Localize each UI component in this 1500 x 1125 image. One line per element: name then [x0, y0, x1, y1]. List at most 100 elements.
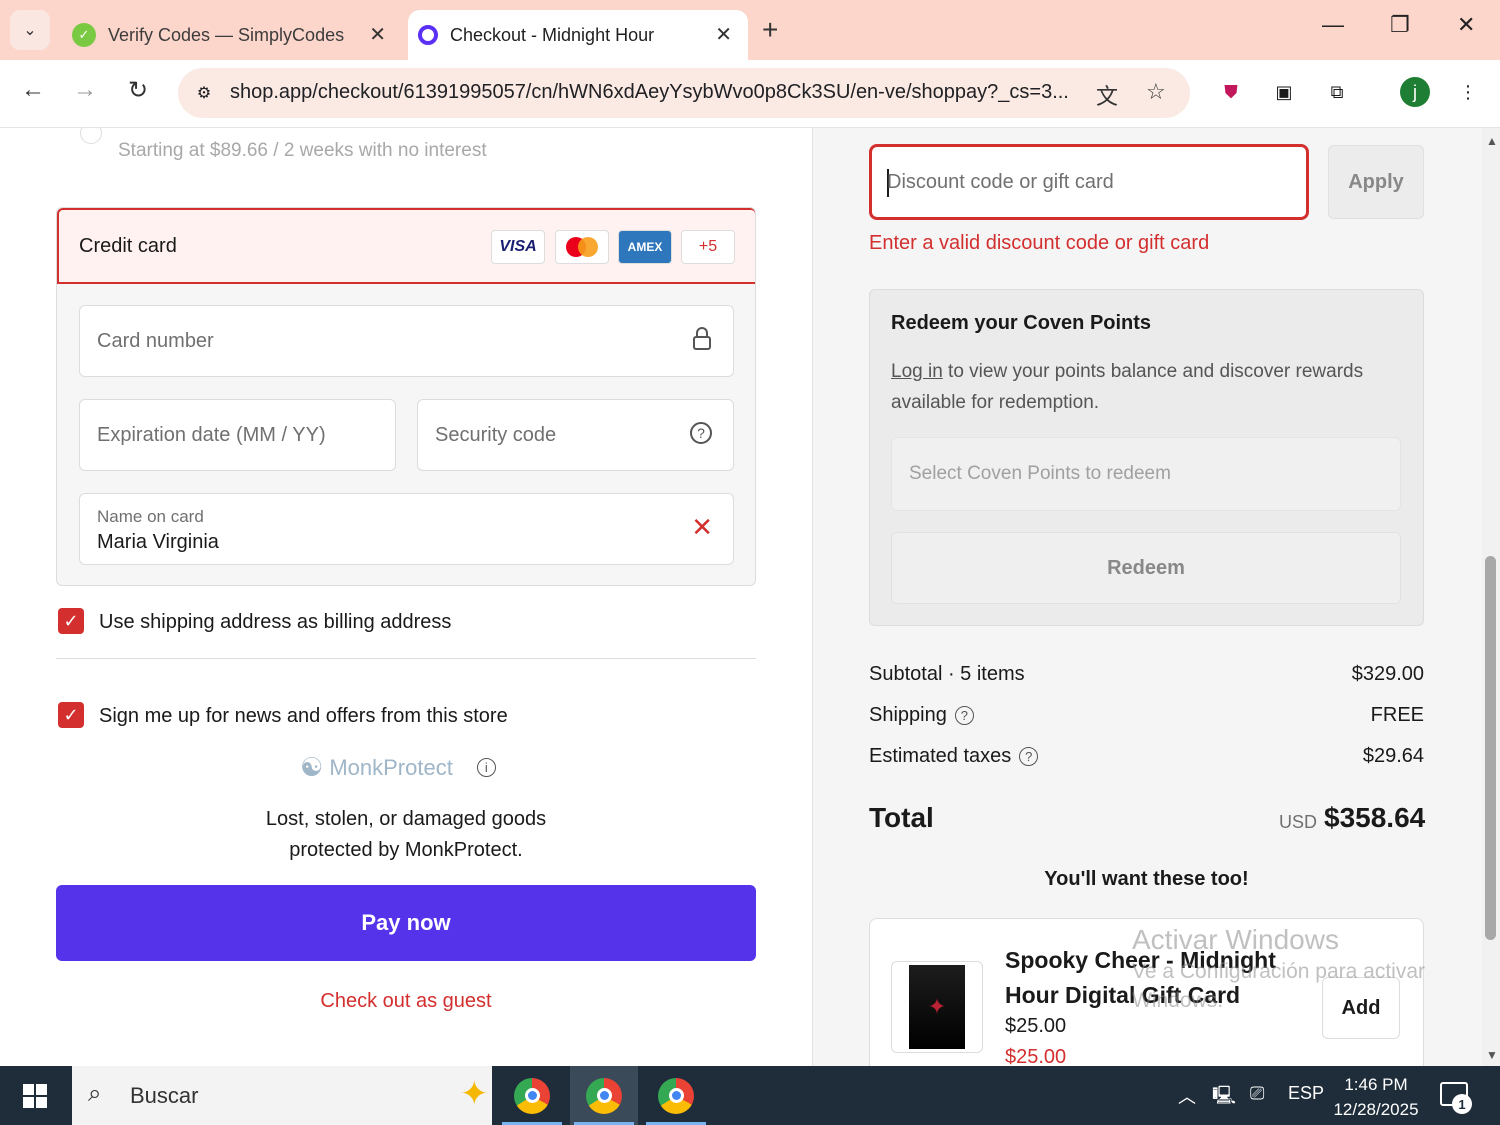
clear-x-icon[interactable]: ✕ [691, 512, 713, 543]
divider [56, 658, 756, 659]
checkout-as-guest-link[interactable]: Check out as guest [56, 990, 756, 1013]
more-brands-badge: +5 [681, 230, 735, 264]
security-code-field[interactable]: Security code ? [417, 399, 734, 471]
installment-radio[interactable] [80, 128, 102, 144]
coven-points-body: Log in to view your points balance and d… [891, 356, 1411, 418]
url-text[interactable]: shop.app/checkout/61391995057/cn/hWN6xdA… [230, 81, 1069, 104]
close-tab-icon[interactable]: ✕ [369, 22, 386, 47]
reload-icon[interactable]: ↻ [121, 76, 155, 105]
shipping-label: Shipping [869, 704, 947, 726]
payment-column: Starting at $89.66 / 2 weeks with no int… [0, 128, 812, 1066]
menu-kebab-icon[interactable]: ⋮ [1454, 78, 1482, 106]
windows-taskbar: ⌕ Buscar ✦ ︿ 🖳 ⎚ ESP 1:46 PM 12/28/2025 … [0, 1066, 1500, 1125]
security-code-placeholder: Security code [435, 424, 557, 446]
watermark-line2: Ve a Configuración para activar [1132, 960, 1426, 983]
monk-text-line1: Lost, stolen, or damaged goods [265, 808, 547, 830]
bookmark-star-icon[interactable]: ☆ [1146, 79, 1166, 105]
svg-text:?: ? [697, 425, 705, 441]
redeem-button[interactable]: Redeem [891, 532, 1401, 604]
close-tab-icon[interactable]: ✕ [715, 22, 732, 47]
back-icon[interactable]: ← [16, 76, 50, 104]
subtotal-row: Subtotal · 5 items $329.00 [869, 663, 1424, 686]
product-thumbnail: ✦ [891, 961, 983, 1053]
taskbar-chrome-profile-m[interactable] [498, 1066, 566, 1125]
clock-time: 1:46 PM [1344, 1075, 1408, 1094]
total-label: Total [869, 802, 934, 833]
help-circle-icon[interactable]: ? [689, 421, 713, 451]
chevron-down-icon: ⌄ [23, 22, 37, 39]
name-on-card-label: Name on card [97, 507, 204, 526]
discount-placeholder: Discount code or gift card [887, 171, 1114, 193]
search-text: Buscar [130, 1083, 199, 1108]
tab-strip: ⌄ ✓ Verify Codes — SimplyCodes ✕ Checkou… [0, 0, 1500, 60]
apply-button[interactable]: Apply [1328, 145, 1424, 219]
help-circle-icon[interactable]: ? [1019, 747, 1039, 767]
clock[interactable]: 1:46 PM 12/28/2025 [1330, 1072, 1422, 1122]
taskbar-chrome-profile-j[interactable] [570, 1066, 638, 1125]
page-scrollbar[interactable]: ▲ ▼ [1482, 128, 1500, 1066]
volume-device-icon[interactable]: ⎚ [1250, 1083, 1264, 1104]
card-number-placeholder: Card number [97, 330, 214, 352]
new-tab-button[interactable]: + [762, 14, 778, 46]
watermark-line1: Activar Windows [1132, 924, 1339, 955]
shop-favicon-icon [418, 25, 438, 45]
points-select-placeholder: Select Coven Points to redeem [909, 463, 1171, 484]
site-info-icon[interactable]: ⚙ [190, 79, 218, 107]
scrollbar-thumb[interactable] [1485, 556, 1496, 940]
search-icon: ⌕ [88, 1080, 102, 1107]
name-on-card-field[interactable]: Name on card Maria Virginia ✕ [79, 493, 734, 565]
product-price: $25.00 [1005, 1015, 1067, 1037]
coven-points-text: to view your points balance and discover… [891, 361, 1364, 413]
pay-now-button[interactable]: Pay now [56, 885, 756, 961]
monk-brand: MonkProtect [329, 754, 453, 780]
discount-error-message: Enter a valid discount code or gift card [869, 232, 1210, 254]
name-on-card-value: Maria Virginia [97, 531, 219, 553]
forward-icon[interactable]: → [68, 76, 102, 104]
mastercard-icon [555, 230, 609, 264]
incognito-extension-icon[interactable]: ▣ [1270, 78, 1298, 106]
taskbar-chrome-incognito[interactable] [642, 1066, 710, 1125]
extensions-puzzle-icon[interactable]: ⧉ [1323, 78, 1351, 106]
info-icon[interactable]: i [476, 758, 496, 777]
tab-checkout[interactable]: Checkout - Midnight Hour ✕ [408, 10, 748, 60]
tab-search-button[interactable]: ⌄ [10, 10, 50, 50]
total-value: $358.64 [1324, 802, 1426, 833]
credit-card-header[interactable]: Credit card VISA AMEX +5 [57, 208, 755, 284]
billing-checkbox[interactable]: ✓ [58, 608, 84, 634]
windows-start-button[interactable] [0, 1066, 70, 1125]
restore-icon[interactable]: ❐ [1390, 12, 1410, 38]
upsell-heading: You'll want these too! [1044, 868, 1249, 890]
tab-title: Verify Codes — SimplyCodes [108, 24, 345, 45]
scroll-up-arrow-icon[interactable]: ▲ [1486, 134, 1498, 148]
expiration-field[interactable]: Expiration date (MM / YY) [79, 399, 396, 471]
taskbar-search-box[interactable]: ⌕ Buscar ✦ [72, 1066, 492, 1125]
address-bar[interactable]: ⚙ shop.app/checkout/61391995057/cn/hWN6x… [178, 68, 1190, 118]
tab-title: Checkout - Midnight Hour [450, 24, 655, 45]
help-circle-icon[interactable]: ? [954, 706, 974, 726]
points-select[interactable]: Select Coven Points to redeem [891, 437, 1401, 511]
newsletter-checkbox[interactable]: ✓ [58, 702, 84, 728]
show-hidden-icons-chevron-icon[interactable]: ︿ [1178, 1083, 1196, 1109]
lock-icon [691, 327, 713, 357]
monk-icon: ☯ [300, 752, 324, 782]
windows-activation-watermark: Activar Windows Ve a Configuración para … [1132, 924, 1425, 1016]
coven-points-title: Redeem your Coven Points [891, 312, 1152, 334]
windows-logo-icon [23, 1083, 47, 1108]
minimize-icon[interactable]: — [1322, 12, 1344, 38]
ublock-extension-icon[interactable]: ⛊ [1217, 78, 1245, 106]
installment-text: Starting at $89.66 / 2 weeks with no int… [118, 140, 487, 161]
discount-code-input[interactable]: Discount code or gift card [869, 144, 1309, 220]
card-number-field[interactable]: Card number [79, 305, 734, 377]
network-icon[interactable]: 🖳 [1212, 1083, 1236, 1113]
notification-count-badge: 1 [1452, 1094, 1472, 1114]
scroll-down-arrow-icon[interactable]: ▼ [1486, 1048, 1498, 1062]
login-link[interactable]: Log in [891, 361, 943, 382]
language-indicator[interactable]: ESP [1288, 1083, 1324, 1104]
tab-simplycodes[interactable]: ✓ Verify Codes — SimplyCodes ✕ [62, 10, 402, 60]
translate-icon[interactable]: 文 [1096, 79, 1118, 111]
simplycodes-favicon-icon: ✓ [72, 23, 96, 47]
close-window-icon[interactable]: ✕ [1457, 12, 1475, 38]
amex-icon: AMEX [618, 230, 672, 264]
billing-checkbox-label: Use shipping address as billing address [99, 611, 452, 633]
profile-avatar[interactable]: j [1400, 77, 1430, 107]
